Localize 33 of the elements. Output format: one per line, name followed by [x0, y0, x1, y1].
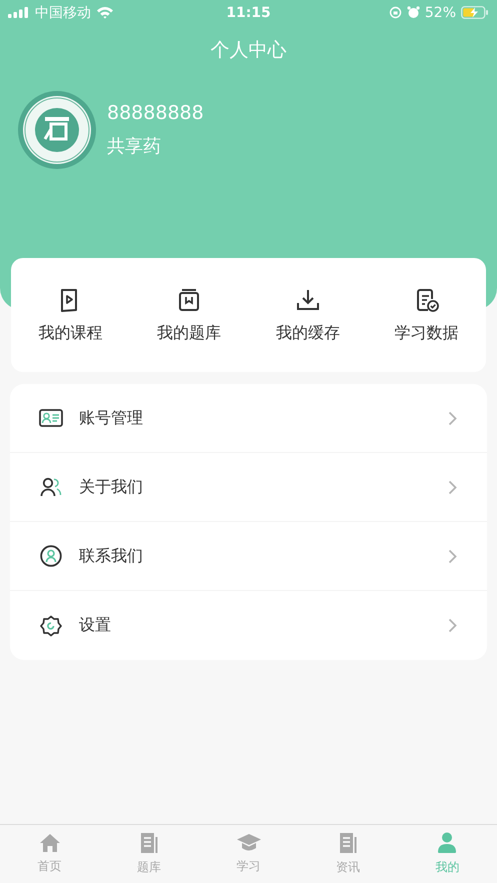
- chevron-right-icon: [448, 410, 457, 426]
- shortcut-button[interactable]: 学习数据: [390, 280, 463, 350]
- rotation-lock-icon: [388, 6, 402, 19]
- document-icon: [139, 832, 160, 854]
- menu-item[interactable]: 设置: [10, 591, 487, 660]
- user-name: 共享药: [107, 135, 162, 158]
- chevron-right-icon: [448, 548, 457, 564]
- user-icon: [437, 832, 458, 854]
- menu-item[interactable]: 联系我们: [10, 522, 487, 591]
- shortcut-button[interactable]: 我的缓存: [272, 280, 344, 350]
- wifi-icon: [96, 6, 114, 19]
- carrier-name: 中国移动: [35, 4, 91, 22]
- users-icon: [39, 477, 63, 497]
- chevron-right-icon: [448, 618, 457, 633]
- id-card-icon: [39, 409, 63, 427]
- alarm-icon: [406, 6, 420, 19]
- chevron-right-icon: [448, 480, 457, 494]
- user-id: 88888888: [107, 102, 204, 124]
- battery-icon: [461, 6, 489, 19]
- battery-percent: 52%: [424, 4, 456, 20]
- menu-item[interactable]: 账号管理: [10, 384, 487, 453]
- logo-icon: [18, 91, 96, 169]
- clock-time: 11:15: [226, 4, 271, 20]
- shortcut-button[interactable]: 我的课程: [34, 280, 106, 350]
- signal-icon: [8, 7, 30, 18]
- home-icon: [38, 833, 61, 853]
- graduation-cap-icon: [236, 833, 262, 853]
- user-circle-icon: [39, 545, 63, 567]
- shortcut-button[interactable]: 我的题库: [153, 280, 226, 350]
- menu-item[interactable]: 关于我们: [10, 453, 487, 522]
- page-title: 个人中心: [210, 38, 288, 63]
- settings-icon: [39, 614, 63, 636]
- document-icon: [338, 832, 358, 854]
